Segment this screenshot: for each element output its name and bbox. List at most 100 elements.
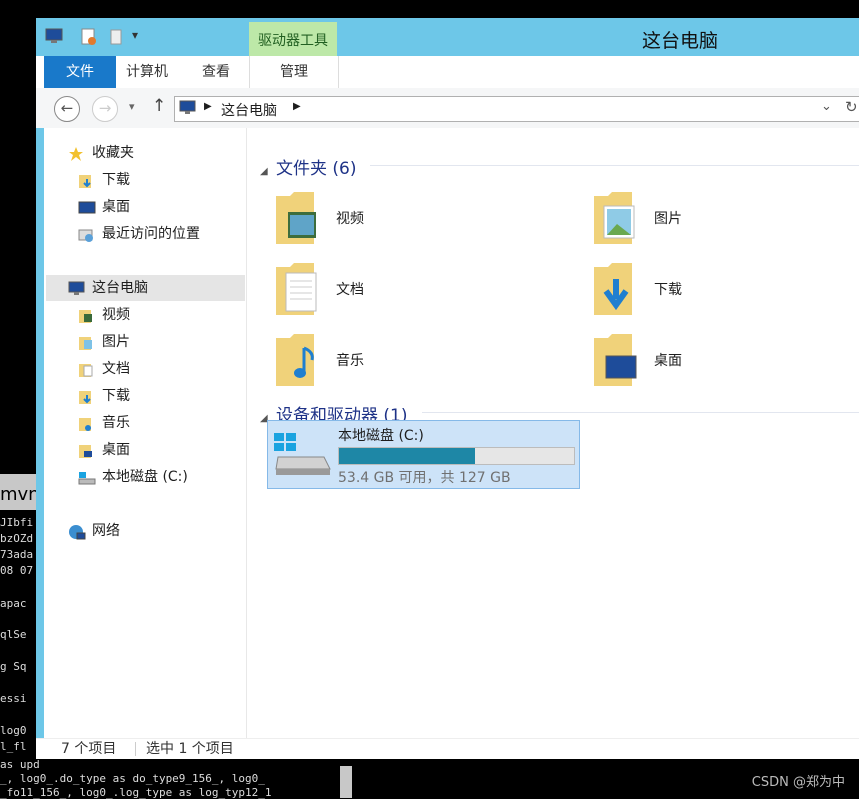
drive-usage-bar — [338, 447, 575, 465]
desktop-folder-icon — [592, 330, 638, 386]
sidebar-item-pictures[interactable]: 图片 — [78, 329, 238, 355]
group-header-folders[interactable]: 文件夹 (6) — [276, 154, 356, 179]
recent-places-icon — [78, 226, 94, 242]
terminal-line: qlSe — [0, 628, 27, 641]
breadcrumb-this-pc[interactable]: 这台电脑 — [221, 100, 277, 120]
sidebar-item-label: 音乐 — [102, 415, 130, 431]
drive-item-local-disk[interactable]: 本地磁盘 (C:) 53.4 GB 可用，共 127 GB — [267, 420, 580, 489]
folder-label: 桌面 — [654, 353, 682, 369]
sidebar-item-desktop[interactable]: 桌面 — [78, 437, 238, 463]
sidebar-this-pc[interactable]: 这台电脑 — [46, 275, 245, 301]
drive-usage-fill — [339, 448, 475, 464]
up-button[interactable]: ↑ — [152, 96, 166, 116]
tab-manage[interactable]: 管理 — [249, 56, 339, 88]
folder-item-desktop[interactable]: 桌面 — [592, 330, 832, 392]
sidebar-item-label: 下载 — [102, 172, 130, 188]
sidebar-item-label: 桌面 — [102, 199, 130, 215]
folder-item-pictures[interactable]: 图片 — [592, 188, 832, 250]
tab-computer[interactable]: 计算机 — [126, 56, 168, 88]
quick-access-dropdown-icon[interactable]: ▾ — [132, 28, 138, 42]
sidebar-item-desktop-fav[interactable]: 桌面 — [78, 194, 238, 220]
music-folder-icon — [78, 415, 94, 431]
terminal-line: _fo11_156_, log0_.log_type as log_typ12_… — [0, 786, 272, 799]
collapse-group-icon[interactable]: ◢ — [260, 166, 268, 177]
terminal-line: l_fl — [0, 740, 27, 753]
music-folder-icon — [274, 330, 320, 386]
sidebar-item-recent-places[interactable]: 最近访问的位置 — [78, 221, 238, 247]
folder-label: 音乐 — [336, 353, 364, 369]
tab-file[interactable]: 文件 — [44, 56, 116, 88]
videos-folder-icon — [274, 188, 320, 244]
address-dropdown-icon[interactable]: ⌄ — [821, 99, 832, 114]
group-divider — [422, 412, 859, 413]
sidebar-item-label: 收藏夹 — [92, 145, 134, 161]
videos-folder-icon — [78, 307, 94, 323]
window-title: 这台电脑 — [642, 30, 719, 52]
item-count: 7 个项目 — [61, 741, 117, 757]
recent-locations-icon[interactable]: ▾ — [129, 100, 135, 113]
properties-icon[interactable] — [80, 28, 98, 50]
new-folder-icon[interactable] — [108, 28, 126, 50]
computer-icon — [179, 100, 197, 120]
drive-icon — [274, 431, 332, 481]
terminal-title: mvn — [0, 484, 40, 505]
folder-item-music[interactable]: 音乐 — [274, 330, 514, 392]
sidebar-item-label: 最近访问的位置 — [102, 226, 200, 242]
sidebar-item-label: 图片 — [102, 334, 130, 350]
folder-item-documents[interactable]: 文档 — [274, 259, 514, 321]
drive-space-info: 53.4 GB 可用，共 127 GB — [338, 470, 511, 486]
sidebar-item-label: 桌面 — [102, 442, 130, 458]
sidebar-network[interactable]: 网络 — [68, 518, 238, 544]
forward-button[interactable]: → — [92, 96, 118, 122]
content-area: 收藏夹 下载 桌面 最近访问的位置 这台电脑 视频 图片 文档 下载 音乐 桌面… — [44, 128, 859, 738]
sidebar-item-videos[interactable]: 视频 — [78, 302, 238, 328]
computer-icon — [68, 280, 85, 296]
computer-icon[interactable] — [44, 28, 64, 48]
sidebar-item-documents[interactable]: 文档 — [78, 356, 238, 382]
address-bar[interactable]: ▶ 这台电脑 ▶ ⌄ ↻ — [174, 96, 859, 122]
terminal-line: apac — [0, 597, 27, 610]
folder-item-downloads[interactable]: 下载 — [592, 259, 832, 321]
sidebar-item-local-disk[interactable]: 本地磁盘 (C:) — [78, 464, 238, 490]
tab-view[interactable]: 查看 — [202, 56, 230, 88]
sidebar-item-downloads[interactable]: 下载 — [78, 383, 238, 409]
breadcrumb-arrow-icon[interactable]: ▶ — [293, 101, 301, 112]
sidebar-favorites[interactable]: 收藏夹 — [68, 140, 238, 166]
terminal-scrollbar[interactable] — [340, 766, 352, 798]
navigation-pane: 收藏夹 下载 桌面 最近访问的位置 这台电脑 视频 图片 文档 下载 音乐 桌面… — [44, 128, 247, 738]
breadcrumb-arrow-icon[interactable]: ▶ — [204, 101, 212, 112]
context-tab-drive-tools: 驱动器工具 — [249, 22, 337, 56]
watermark: CSDN @郑为中 — [751, 775, 845, 790]
downloads-folder-icon — [78, 172, 94, 188]
desktop-folder-icon — [78, 442, 94, 458]
sidebar-item-label: 文档 — [102, 361, 130, 377]
refresh-icon[interactable]: ↻ — [845, 98, 858, 116]
folder-item-videos[interactable]: 视频 — [274, 188, 514, 250]
terminal-line: _, log0_.do_type as do_type9_156_, log0_ — [0, 772, 265, 785]
drive-name: 本地磁盘 (C:) — [338, 428, 424, 444]
folder-label: 视频 — [336, 211, 364, 227]
folder-label: 图片 — [654, 211, 682, 227]
terminal-line: JIbfi — [0, 516, 34, 529]
terminal-line: bzOZd — [0, 532, 34, 545]
terminal-line: as upd — [0, 758, 40, 771]
network-icon — [68, 523, 86, 540]
sidebar-item-label: 网络 — [92, 523, 120, 539]
status-divider — [135, 742, 136, 756]
group-divider — [370, 165, 859, 166]
back-button[interactable]: ← — [54, 96, 80, 122]
downloads-folder-icon — [592, 259, 638, 315]
sidebar-item-label: 视频 — [102, 307, 130, 323]
sidebar-item-label: 本地磁盘 (C:) — [102, 469, 188, 485]
drive-icon — [78, 469, 96, 485]
terminal-line: 08 07 — [0, 564, 34, 577]
status-bar: 7 个项目 选中 1 个项目 — [36, 738, 859, 759]
sidebar-item-downloads-fav[interactable]: 下载 — [78, 167, 238, 193]
title-bar[interactable]: ▾ 驱动器工具 这台电脑 — [36, 18, 859, 56]
folder-label: 下载 — [654, 282, 682, 298]
selection-count: 选中 1 个项目 — [146, 741, 234, 757]
sidebar-item-music[interactable]: 音乐 — [78, 410, 238, 436]
sidebar-item-label: 这台电脑 — [92, 280, 148, 296]
ribbon-tabs: 文件 计算机 查看 管理 — [36, 56, 859, 88]
downloads-folder-icon — [78, 388, 94, 404]
